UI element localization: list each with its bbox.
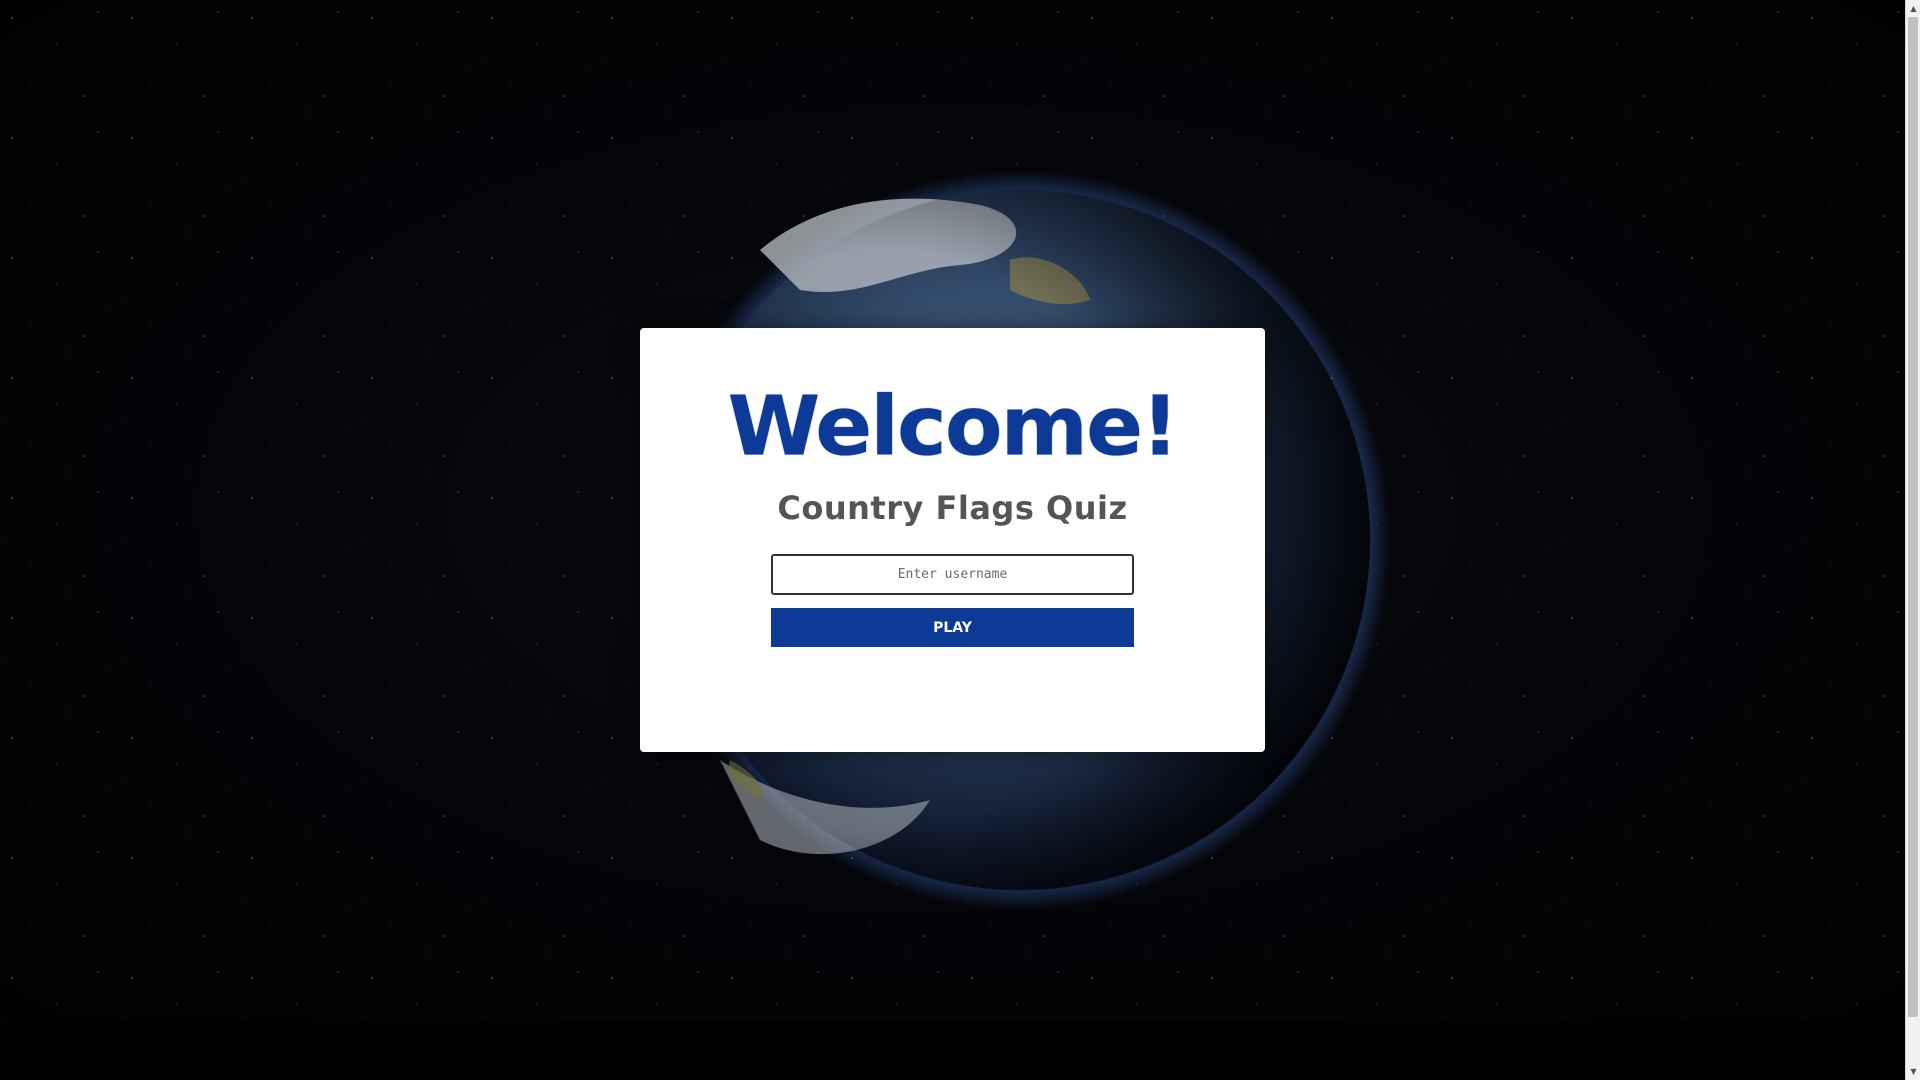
scroll-up-icon[interactable]: ▲ — [1906, 0, 1920, 17]
quiz-subtitle: Country Flags Quiz — [777, 489, 1128, 527]
play-button[interactable]: PLAY — [771, 608, 1134, 647]
username-input[interactable] — [771, 554, 1134, 595]
welcome-modal: Welcome! Country Flags Quiz PLAY — [640, 328, 1265, 752]
welcome-title: Welcome! — [727, 377, 1180, 475]
page: Welcome! Country Flags Quiz PLAY ▲ ▼ — [0, 0, 1920, 1080]
page-scrollbar[interactable]: ▲ ▼ — [1905, 0, 1920, 1080]
bottom-band — [0, 1020, 1905, 1080]
scroll-down-icon[interactable]: ▼ — [1906, 1063, 1920, 1080]
scroll-thumb[interactable] — [1908, 17, 1918, 1017]
